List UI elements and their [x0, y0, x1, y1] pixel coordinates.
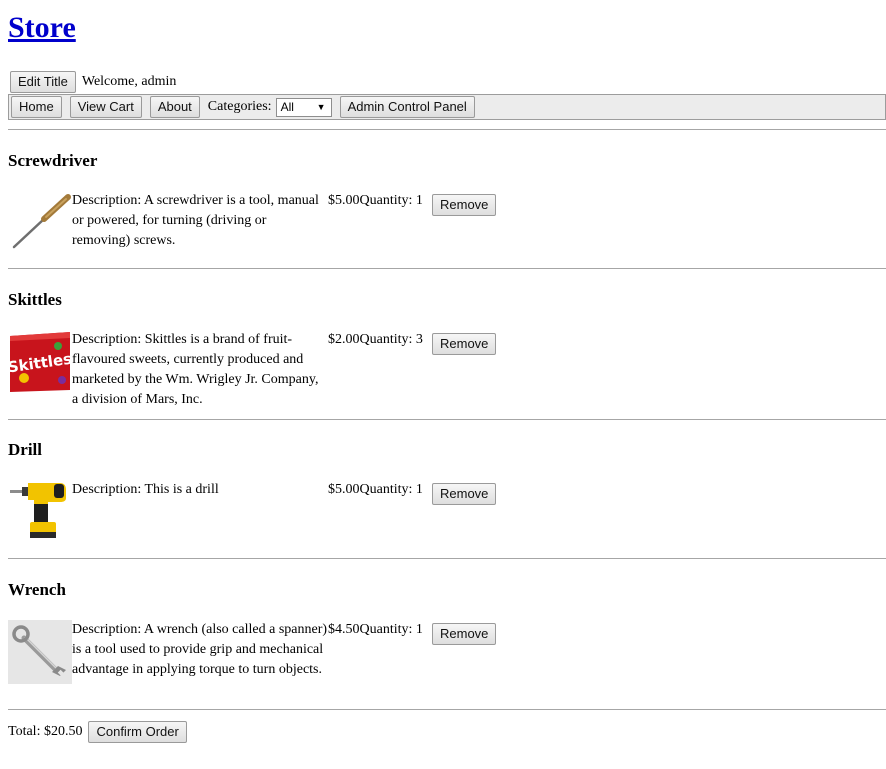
- item-quantity: Quantity: 1: [359, 482, 423, 497]
- item-price: $2.00: [328, 332, 360, 347]
- home-button[interactable]: Home: [11, 96, 62, 118]
- store-title-link[interactable]: Store: [8, 10, 76, 46]
- about-button[interactable]: About: [149, 96, 200, 118]
- item-name: Drill: [8, 440, 42, 459]
- categories-label: Categories:: [207, 99, 272, 114]
- category-select-value: All: [280, 99, 294, 114]
- category-select[interactable]: All ▼: [275, 97, 332, 117]
- skittles-bag-icon: Skittles: [7, 330, 73, 394]
- screwdriver-icon: [8, 189, 72, 253]
- divider: [8, 268, 886, 269]
- chevron-down-icon: ▼: [316, 101, 326, 112]
- item-quantity: Quantity: 1: [359, 622, 423, 637]
- total-row: Total: $20.50 Confirm Order: [8, 721, 187, 743]
- item-quantity: Quantity: 1: [359, 193, 423, 208]
- remove-button[interactable]: Remove: [432, 194, 497, 216]
- item-name: Screwdriver: [8, 151, 98, 170]
- item-description: Description: A wrench (also called a spa…: [72, 622, 328, 677]
- item-price-quantity: $5.00Quantity: 1: [328, 480, 423, 500]
- remove-button[interactable]: Remove: [432, 483, 497, 505]
- welcome-text: Welcome, admin: [81, 74, 177, 89]
- item-price: $5.00: [328, 482, 360, 497]
- divider: [8, 419, 886, 420]
- item-price-quantity: $5.00Quantity: 1: [328, 191, 423, 211]
- remove-button[interactable]: Remove: [432, 333, 497, 355]
- confirm-order-button[interactable]: Confirm Order: [88, 721, 187, 743]
- item-name: Skittles: [8, 290, 62, 309]
- edit-title-button[interactable]: Edit Title: [10, 71, 76, 93]
- item-price: $5.00: [328, 193, 360, 208]
- welcome-row: Edit Title Welcome, admin: [10, 71, 176, 93]
- item-price-quantity: $4.50Quantity: 1: [328, 620, 423, 640]
- item-price-quantity: $2.00Quantity: 3: [328, 330, 423, 350]
- divider: [8, 709, 886, 710]
- drill-icon: [8, 478, 72, 542]
- wrench-icon: [8, 620, 72, 684]
- nav-bar: Home View Cart About Categories: All ▼ A…: [8, 94, 886, 120]
- admin-control-panel-button[interactable]: Admin Control Panel: [339, 96, 475, 118]
- item-name: Wrench: [8, 580, 66, 599]
- item-description: Description: This is a drill: [72, 482, 219, 497]
- order-total: Total: $20.50: [8, 724, 83, 739]
- item-description: Description: Skittles is a brand of frui…: [72, 332, 319, 407]
- view-cart-button[interactable]: View Cart: [69, 96, 142, 118]
- divider: [8, 129, 886, 130]
- remove-button[interactable]: Remove: [432, 623, 497, 645]
- item-quantity: Quantity: 3: [359, 332, 423, 347]
- item-price: $4.50: [328, 622, 360, 637]
- divider: [8, 558, 886, 559]
- item-description: Description: A screwdriver is a tool, ma…: [72, 193, 319, 248]
